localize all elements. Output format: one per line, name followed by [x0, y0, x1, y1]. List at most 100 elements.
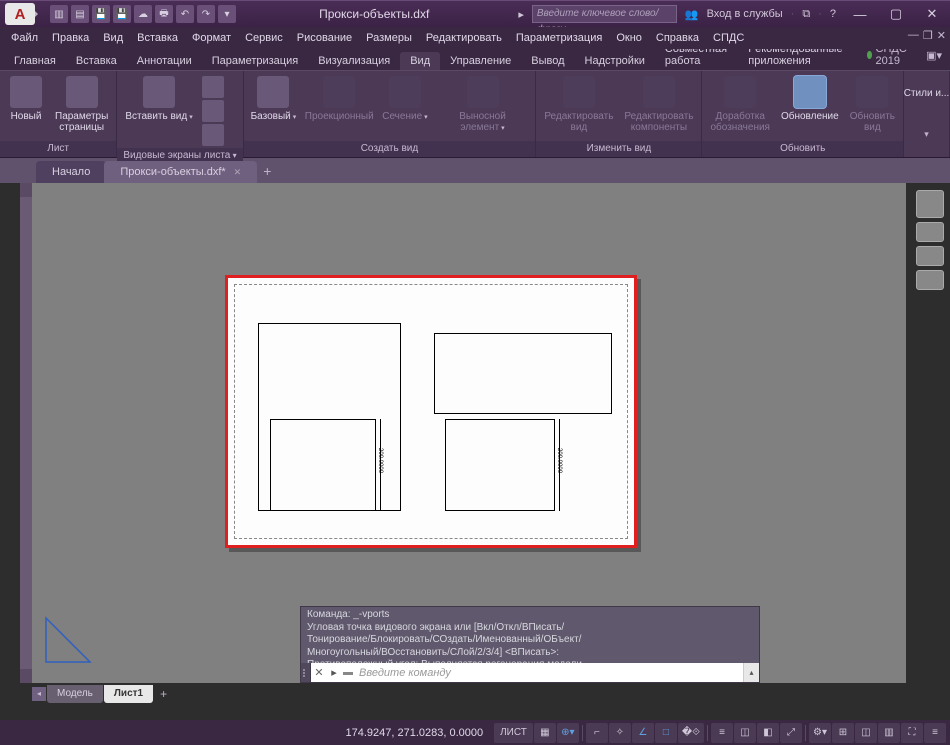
qat-dropdown-icon[interactable]: ▾ — [218, 5, 236, 23]
status-ortho-icon[interactable]: ⌐ — [586, 723, 608, 743]
menu-file[interactable]: Файл — [5, 29, 44, 47]
signin-link[interactable]: Вход в службы — [707, 8, 783, 20]
close-button[interactable]: ✕ — [914, 1, 950, 28]
panel-styles[interactable]: Стили и... ▾ — [904, 71, 950, 157]
ucs-icon[interactable] — [40, 612, 96, 673]
status-monitor-icon[interactable]: ⊞ — [832, 723, 854, 743]
menu-help[interactable]: Справка — [650, 29, 705, 47]
doctab-close-icon[interactable]: ✕ — [234, 167, 242, 177]
projected-view-icon — [323, 76, 355, 108]
menu-insert[interactable]: Вставка — [131, 29, 184, 47]
update-view-button: Обновить вид — [846, 74, 899, 141]
rtab-parametric[interactable]: Параметризация — [202, 52, 308, 70]
status-cycle-icon[interactable]: ◧ — [757, 723, 779, 743]
vp-lock-icon[interactable] — [202, 124, 224, 146]
menu-spds[interactable]: СПДС — [707, 29, 750, 47]
doc-restore-icon[interactable]: ❐ — [923, 29, 933, 42]
command-window[interactable]: Команда: _-vports Угловая точка видового… — [300, 606, 760, 683]
status-units-icon[interactable]: ◫ — [855, 723, 877, 743]
qat-saveas-icon[interactable]: 💾 — [113, 5, 131, 23]
qat-new-icon[interactable]: ▥ — [50, 5, 68, 23]
infocenter-search-input[interactable]: Введите ключевое слово/фразу — [532, 5, 677, 23]
rtab-addins[interactable]: Надстройки — [575, 52, 655, 70]
rtab-annotate[interactable]: Аннотации — [127, 52, 202, 70]
page-setup-button[interactable]: Параметры страницы — [51, 74, 112, 141]
status-osnap-icon[interactable]: □ — [655, 723, 677, 743]
doctab-add-button[interactable]: + — [255, 161, 279, 183]
status-clean-icon[interactable]: ⛶ — [901, 723, 923, 743]
menu-tools[interactable]: Сервис — [239, 29, 289, 47]
doc-minimize-icon[interactable]: — — [908, 29, 919, 42]
doctab-start[interactable]: Начало — [36, 161, 106, 183]
cmd-close-icon[interactable]: ✕ — [311, 666, 327, 679]
doc-close-icon[interactable]: ✕ — [937, 29, 946, 42]
menu-modify[interactable]: Редактировать — [420, 29, 508, 47]
vp-rect-icon[interactable] — [202, 76, 224, 98]
qat-redo-icon[interactable]: ↷ — [197, 5, 215, 23]
navbar-zoom-icon[interactable] — [916, 246, 944, 266]
layout-tab-add-button[interactable]: + — [154, 687, 173, 701]
menu-edit[interactable]: Правка — [46, 29, 95, 47]
base-view-button[interactable]: Базовый — [248, 74, 300, 141]
left-scrollbar[interactable] — [20, 183, 32, 683]
vp-clip-icon[interactable] — [202, 100, 224, 122]
ribbon-collapse-icon[interactable]: ▣▾ — [926, 49, 942, 62]
status-polar-icon[interactable]: ✧ — [609, 723, 631, 743]
status-isodraft-icon[interactable]: ∠ — [632, 723, 654, 743]
auto-update-button[interactable]: Обновление — [777, 74, 843, 141]
panel-edit-label: Изменить вид — [536, 141, 701, 157]
layout-tab-strip: ◂ Модель Лист1 + — [32, 683, 173, 705]
edit-components-label: Редактировать компоненты — [624, 111, 693, 133]
menu-format[interactable]: Формат — [186, 29, 237, 47]
qat-undo-icon[interactable]: ↶ — [176, 5, 194, 23]
qat-open-icon[interactable]: ▤ — [71, 5, 89, 23]
status-lineweight-icon[interactable]: ≡ — [711, 723, 733, 743]
navbar-pan-icon[interactable] — [916, 222, 944, 242]
status-annoscale-icon[interactable]: �⟐ — [678, 723, 704, 743]
qat-cloud-icon[interactable]: ☁ — [134, 5, 152, 23]
help-icon[interactable]: ? — [830, 8, 836, 20]
status-snap-icon[interactable]: ⊕▾ — [557, 723, 579, 743]
viewcube-icon[interactable] — [916, 190, 944, 218]
window-title: Прокси-объекты.dxf — [236, 7, 512, 21]
menu-window[interactable]: Окно — [610, 29, 648, 47]
command-input[interactable]: Введите команду — [355, 667, 743, 679]
status-trans-icon[interactable]: ◫ — [734, 723, 756, 743]
detail-view-button: Выносной элемент — [434, 74, 532, 141]
status-space-toggle[interactable]: ЛИСТ — [494, 723, 533, 743]
menu-draw[interactable]: Рисование — [291, 29, 358, 47]
status-scale-icon[interactable]: ⤢ — [780, 723, 802, 743]
rtab-insert[interactable]: Вставка — [66, 52, 127, 70]
layout-tab-sheet1[interactable]: Лист1 — [104, 685, 153, 703]
menu-parametric[interactable]: Параметризация — [510, 29, 608, 47]
layout-tab-model[interactable]: Модель — [47, 685, 103, 703]
insert-view-button[interactable]: Вставить вид — [121, 74, 196, 148]
app-menu-badge[interactable]: A — [5, 3, 35, 25]
navbar-orbit-icon[interactable] — [916, 270, 944, 290]
new-layout-button[interactable]: Новый — [4, 74, 48, 141]
doctab-file[interactable]: Прокси-объекты.dxf*✕ — [104, 161, 257, 183]
lt-nav-back-icon[interactable]: ◂ — [32, 687, 46, 701]
status-grid-icon[interactable]: ▦ — [534, 723, 556, 743]
rtab-output[interactable]: Вывод — [521, 52, 574, 70]
cmd-recent-dropdown-icon[interactable]: ▴ — [743, 663, 759, 682]
status-ws-icon[interactable]: ⚙▾ — [809, 723, 831, 743]
status-custom-icon[interactable]: ≡ — [924, 723, 946, 743]
menu-view[interactable]: Вид — [97, 29, 129, 47]
projected-view-label: Проекционный — [305, 111, 374, 122]
qat-save-icon[interactable]: 💾 — [92, 5, 110, 23]
qat-plot-icon[interactable]: 🖶 — [155, 5, 173, 23]
rtab-manage[interactable]: Управление — [440, 52, 521, 70]
rtab-view[interactable]: Вид — [400, 52, 440, 70]
cmd-line: Тонирование/Блокировать/СОздать/Именован… — [307, 634, 753, 647]
status-qprops-icon[interactable]: ▥ — [878, 723, 900, 743]
cmd-drag-handle-icon[interactable] — [301, 663, 311, 682]
panel-create-label: Создать вид — [244, 141, 536, 157]
spds-dot-icon — [867, 51, 872, 59]
rtab-visualize[interactable]: Визуализация — [308, 52, 400, 70]
menu-dimension[interactable]: Размеры — [360, 29, 418, 47]
exchange-icon[interactable]: ⧉ — [802, 8, 810, 21]
minimize-button[interactable]: — — [842, 1, 878, 28]
rtab-home[interactable]: Главная — [4, 52, 66, 70]
maximize-button[interactable]: ▢ — [878, 1, 914, 28]
